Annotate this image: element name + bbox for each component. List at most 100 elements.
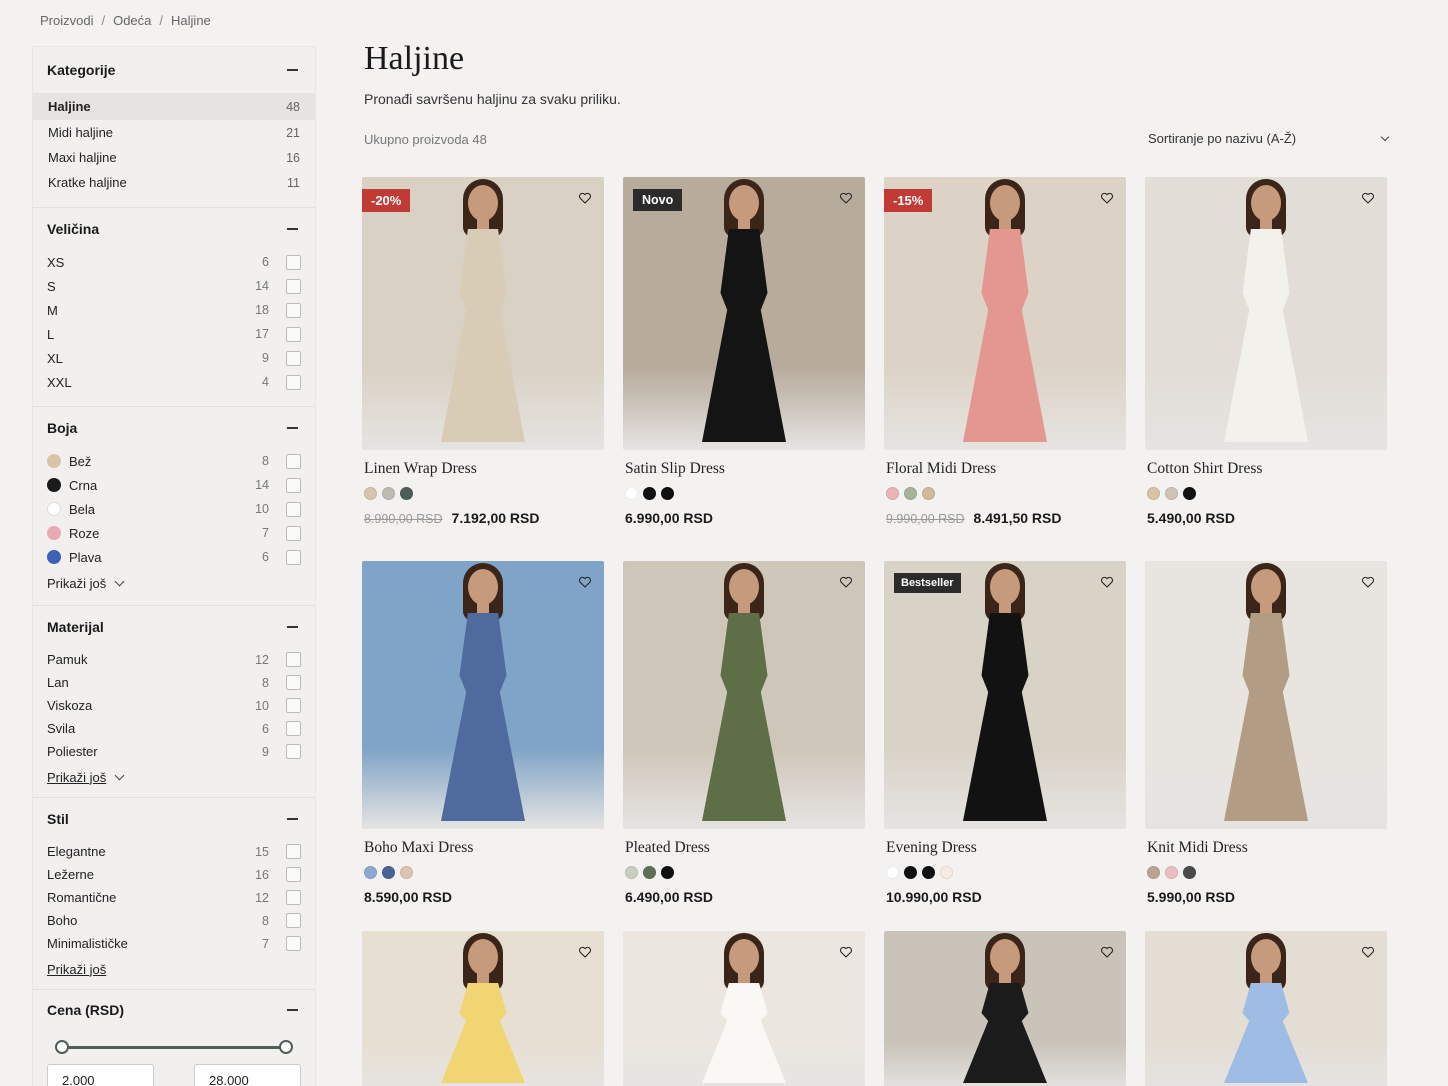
collapse-icon[interactable] [287, 427, 298, 429]
filter-checkbox[interactable] [286, 350, 301, 366]
color-filter-item[interactable]: Roze 7 [33, 521, 315, 545]
product-image[interactable] [362, 561, 604, 829]
heart-icon[interactable] [578, 191, 592, 205]
product-name[interactable]: Satin Slip Dress [625, 460, 865, 478]
product-image[interactable] [1145, 177, 1387, 450]
color-option-swatch[interactable] [625, 487, 638, 500]
filter-checkbox[interactable] [286, 844, 301, 859]
style-show-more[interactable]: Prikaži još [33, 955, 315, 983]
style-filter-item[interactable]: Romantične 12 [33, 886, 315, 909]
heart-icon[interactable] [1361, 945, 1375, 959]
color-option-swatch[interactable] [1165, 866, 1178, 879]
filter-checkbox[interactable] [286, 525, 301, 541]
collapse-icon[interactable] [287, 1009, 298, 1011]
product-name[interactable]: Linen Wrap Dress [364, 460, 604, 478]
style-filter-item[interactable]: Ležerne 16 [33, 863, 315, 886]
product-card[interactable] [623, 931, 865, 1086]
product-card[interactable]: Pleated Dress 6.490,00 RSD [623, 561, 865, 905]
color-option-swatch[interactable] [625, 866, 638, 879]
category-item[interactable]: Kratke haljine 11 [33, 170, 315, 195]
color-option-swatch[interactable] [382, 487, 395, 500]
collapse-icon[interactable] [287, 228, 298, 230]
product-card[interactable]: -20% Linen Wrap Dress 8.990,00 RSD 7.192,00… [362, 177, 604, 526]
color-header[interactable]: Boja [33, 407, 315, 449]
size-filter-item[interactable]: S 14 [33, 274, 315, 298]
collapse-icon[interactable] [287, 818, 298, 820]
heart-icon[interactable] [578, 945, 592, 959]
price-header[interactable]: Cena (RSD) [33, 990, 315, 1030]
color-option-swatch[interactable] [1183, 866, 1196, 879]
style-filter-item[interactable]: Boho 8 [33, 909, 315, 932]
filter-checkbox[interactable] [286, 549, 301, 565]
color-option-swatch[interactable] [886, 866, 899, 879]
filter-checkbox[interactable] [286, 698, 301, 713]
material-filter-item[interactable]: Viskoza 10 [33, 694, 315, 717]
product-card[interactable]: Boho Maxi Dress 8.590,00 RSD [362, 561, 604, 905]
sort-dropdown[interactable]: Sortiranje po nazivu (A-Ž) [1148, 131, 1390, 146]
color-option-swatch[interactable] [661, 487, 674, 500]
color-option-swatch[interactable] [1147, 866, 1160, 879]
heart-icon[interactable] [578, 575, 592, 589]
product-image[interactable] [623, 931, 865, 1086]
heart-icon[interactable] [839, 575, 853, 589]
product-image[interactable]: Bestseller [884, 561, 1126, 829]
filter-checkbox[interactable] [286, 890, 301, 905]
filter-checkbox[interactable] [286, 254, 301, 270]
product-card[interactable] [1145, 931, 1387, 1086]
color-option-swatch[interactable] [643, 866, 656, 879]
filter-checkbox[interactable] [286, 744, 301, 759]
filter-checkbox[interactable] [286, 721, 301, 736]
product-card[interactable]: Cotton Shirt Dress 5.490,00 RSD [1145, 177, 1387, 526]
style-header[interactable]: Stil [33, 798, 315, 840]
product-image[interactable]: -15% [884, 177, 1126, 450]
product-card[interactable]: Novo Satin Slip Dress 6.990,00 RSD [623, 177, 865, 526]
material-filter-item[interactable]: Svila 6 [33, 717, 315, 740]
heart-icon[interactable] [1100, 575, 1114, 589]
product-card[interactable]: Bestseller Evening Dress 10.990,00 RSD [884, 561, 1126, 905]
filter-checkbox[interactable] [286, 453, 301, 469]
color-filter-item[interactable]: Plava 6 [33, 545, 315, 569]
color-filter-item[interactable]: Bela 10 [33, 497, 315, 521]
color-option-swatch[interactable] [643, 487, 656, 500]
color-option-swatch[interactable] [904, 866, 917, 879]
color-option-swatch[interactable] [382, 866, 395, 879]
filter-checkbox[interactable] [286, 326, 301, 342]
size-filter-item[interactable]: XXL 4 [33, 370, 315, 394]
product-image[interactable] [884, 931, 1126, 1086]
size-filter-item[interactable]: M 18 [33, 298, 315, 322]
product-image[interactable] [1145, 561, 1387, 829]
filter-checkbox[interactable] [286, 675, 301, 690]
material-show-more[interactable]: Prikaži još [33, 763, 315, 791]
size-header[interactable]: Veličina [33, 208, 315, 250]
color-option-swatch[interactable] [904, 487, 917, 500]
material-filter-item[interactable]: Lan 8 [33, 671, 315, 694]
heart-icon[interactable] [839, 945, 853, 959]
size-filter-item[interactable]: XS 6 [33, 250, 315, 274]
size-filter-item[interactable]: L 17 [33, 322, 315, 346]
categories-header[interactable]: Kategorije [33, 47, 315, 93]
material-header[interactable]: Materijal [33, 606, 315, 648]
breadcrumb-clothing[interactable]: Odeća [113, 13, 151, 28]
color-show-more[interactable]: Prikaži još [33, 569, 315, 597]
color-option-swatch[interactable] [400, 487, 413, 500]
filter-checkbox[interactable] [286, 652, 301, 667]
color-option-swatch[interactable] [1183, 487, 1196, 500]
filter-checkbox[interactable] [286, 278, 301, 294]
filter-checkbox[interactable] [286, 913, 301, 928]
product-name[interactable]: Floral Midi Dress [886, 460, 1126, 478]
product-image[interactable]: Novo [623, 177, 865, 450]
size-filter-item[interactable]: XL 9 [33, 346, 315, 370]
product-name[interactable]: Knit Midi Dress [1147, 839, 1387, 857]
category-item[interactable]: Haljine 48 [33, 93, 315, 120]
color-filter-item[interactable]: Bež 8 [33, 449, 315, 473]
price-min-input[interactable] [47, 1064, 154, 1086]
product-name[interactable]: Cotton Shirt Dress [1147, 460, 1387, 478]
color-option-swatch[interactable] [1147, 487, 1160, 500]
material-filter-item[interactable]: Pamuk 12 [33, 648, 315, 671]
product-name[interactable]: Boho Maxi Dress [364, 839, 604, 857]
category-item[interactable]: Midi haljine 21 [33, 120, 315, 145]
heart-icon[interactable] [1100, 191, 1114, 205]
product-name[interactable]: Pleated Dress [625, 839, 865, 857]
category-item[interactable]: Maxi haljine 16 [33, 145, 315, 170]
filter-checkbox[interactable] [286, 374, 301, 390]
